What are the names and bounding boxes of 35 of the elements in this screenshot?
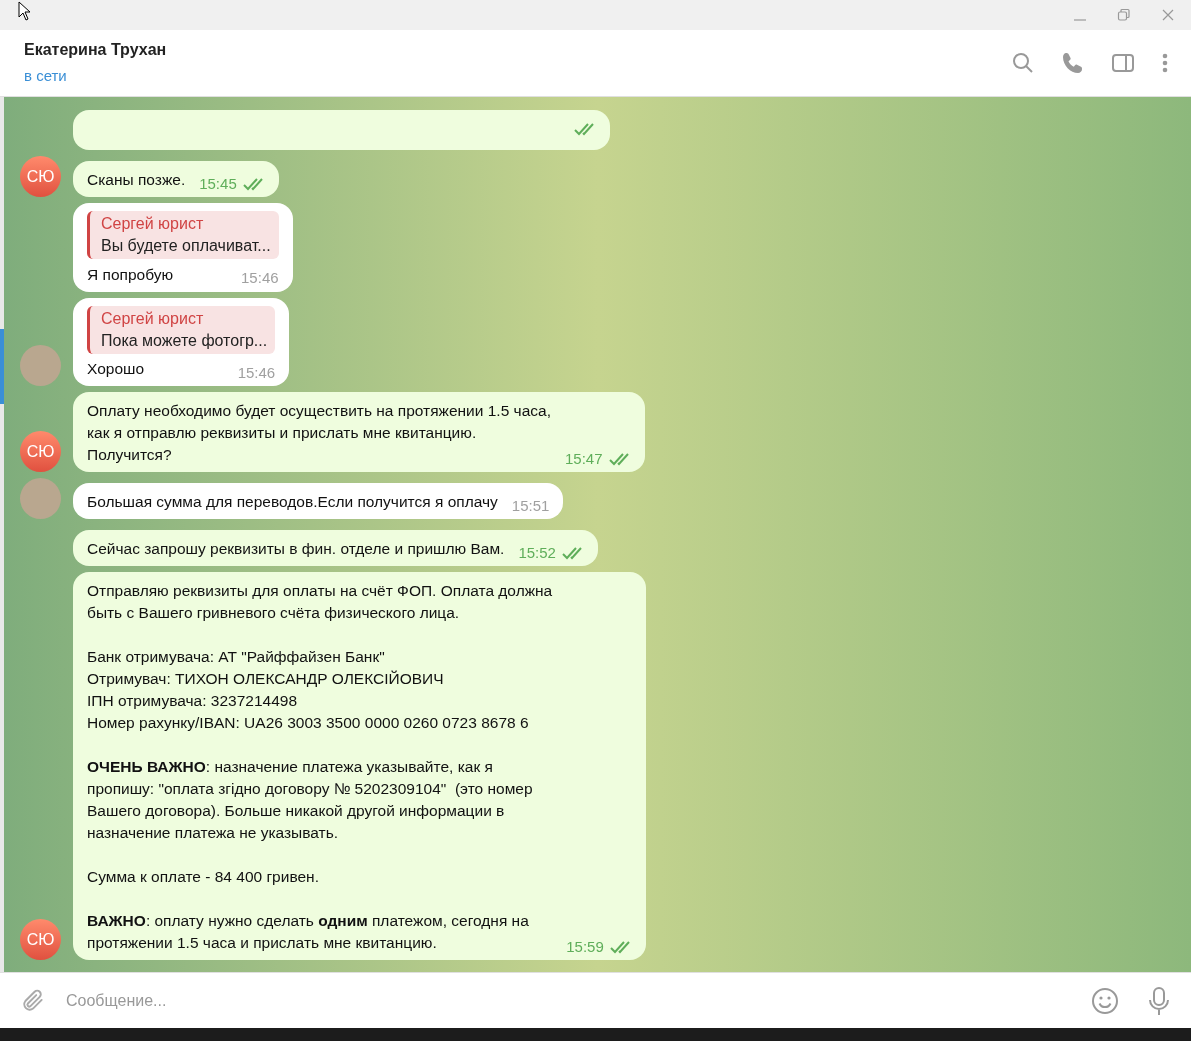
avatar[interactable]: СЮ xyxy=(20,919,61,960)
reply-text: Вы будете оплачиват... xyxy=(101,236,271,256)
restore-icon[interactable] xyxy=(1117,8,1131,22)
reply-author: Сергей юрист xyxy=(101,214,205,234)
more-icon[interactable] xyxy=(1161,51,1169,75)
message-text: Отправляю реквизиты для оплаты на счёт ФОП. Оплата должна быть с Вашего гривневого счёта физического лица. Банк отримувача: АТ "Райффайзен Банк" Отримувач: ТИХОН ОЛЕКСАНДР ОЛЕКСІЙОВИЧ ІПН отримувача: 3237214498 Номер рахунку/IBAN: UA26 3003 3500 0000 0260 0723 8678 6 ОЧЕНЬ ВАЖНО: назначение платежа указывайте, как я пропишу: "оплата згідно договору № 5202309104" (это номер Вашего договора). Больше никакой другой информации в назначение платежа не указывать. Сумма к оплате - 84 400 гривен. ВАЖНО: оплату нужно сделать одним платежом, сегодня на протяжении 1.5 часа и прислать мне квитанцию. xyxy=(87,581,553,953)
phone-icon[interactable] xyxy=(1061,51,1085,75)
reply-author: Сергей юрист xyxy=(101,308,205,329)
emoji-icon[interactable] xyxy=(1091,986,1119,1015)
reply-quote[interactable]: Сергей юрист Пока можете фотогр... xyxy=(87,305,276,354)
message-time: 15:51 xyxy=(511,495,550,516)
message-time: 15:45 xyxy=(199,173,237,194)
avatar[interactable]: СЮ xyxy=(20,156,61,197)
message-text: Сканы позже. xyxy=(87,170,186,190)
cursor-icon xyxy=(18,1,32,21)
search-icon[interactable] xyxy=(1011,51,1035,75)
microphone-icon[interactable] xyxy=(1147,985,1171,1016)
chat-title: Екатерина Трухан xyxy=(24,40,167,61)
message-time: 15:52 xyxy=(518,542,556,563)
message-text: Сейчас запрошу реквизиты в фин. отделе и пришлю Вам. xyxy=(87,539,505,559)
avatar[interactable]: СЮ xyxy=(20,431,61,472)
message-input[interactable]: Сообщение... xyxy=(66,988,1091,1013)
message-text: Оплату необходимо будет осуществить на протяжении 1.5 часа, как я отправлю реквизиты и прислать мне квитанцию. Получится? xyxy=(87,401,551,465)
message-text: Хорошо xyxy=(87,359,145,379)
message-text: Большая сумма для переводов.Если получится я оплачу xyxy=(87,492,498,512)
message-text: Я попробую xyxy=(87,264,174,285)
message-time: 15:59 xyxy=(566,936,604,957)
reply-text: Пока можете фотогр... xyxy=(101,330,268,351)
message-time: 15:46 xyxy=(241,268,279,288)
sidebar-toggle-icon[interactable] xyxy=(1111,51,1135,75)
message-time: 15:47 xyxy=(564,448,603,469)
close-icon[interactable] xyxy=(1161,8,1175,22)
online-status: в сети xyxy=(24,66,68,87)
message-time: 15:46 xyxy=(237,362,276,383)
reply-quote[interactable]: Сергей юрист Вы будете оплачиват... xyxy=(87,211,279,259)
